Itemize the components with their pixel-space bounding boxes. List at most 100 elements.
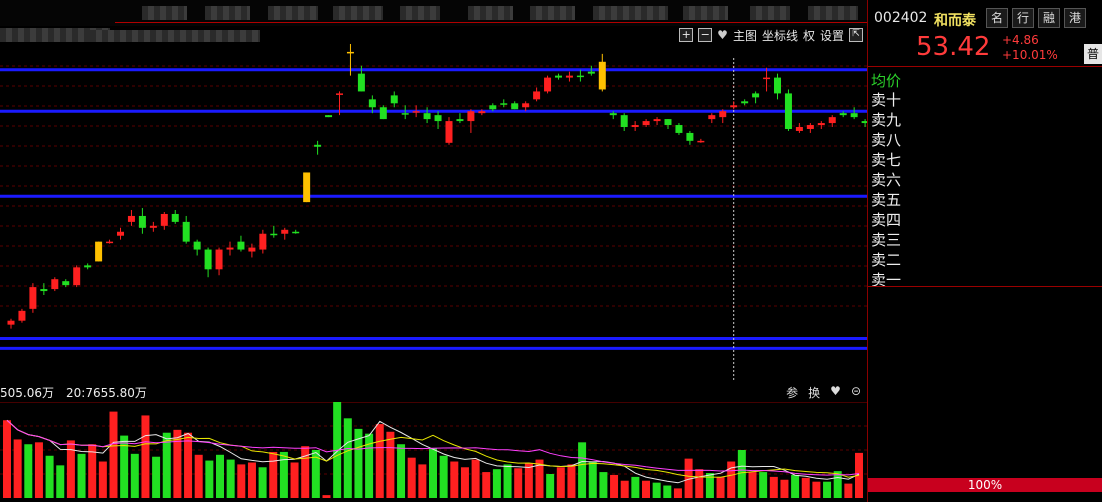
volume-bar (450, 461, 459, 498)
candle-body (215, 249, 223, 270)
volume-chart[interactable] (0, 402, 867, 502)
volume-bar (482, 472, 491, 498)
candle-body (752, 93, 760, 98)
stock-name: 和而泰 (934, 13, 976, 29)
volume-bar (631, 476, 640, 498)
candle-body (412, 111, 420, 113)
candle-body (642, 121, 650, 126)
volume-bar (130, 453, 139, 498)
candle-body (149, 225, 157, 228)
blurred-tab[interactable] (808, 6, 858, 20)
candle-body (390, 95, 398, 104)
volume-bar (599, 472, 608, 498)
blurred-tab[interactable] (750, 6, 790, 20)
sell-level: 卖七 (871, 151, 902, 169)
candle-body (598, 61, 606, 90)
candle-body (40, 289, 48, 292)
volume-bar (226, 459, 235, 498)
sell-level: 卖九 (871, 111, 902, 129)
volume-bar (24, 444, 33, 498)
candle-body (336, 93, 343, 95)
candle-body (445, 121, 453, 143)
volume-bar (343, 418, 352, 498)
tag-name-button[interactable]: 名 (986, 8, 1008, 28)
blurred-tab[interactable] (683, 6, 728, 20)
maximize-icon[interactable]: ⇱ (849, 28, 863, 42)
candle-body (850, 113, 858, 118)
order-book-sell: 卖十 卖九 卖八 卖七 卖六 卖五 卖四 卖三 卖二 卖一 (871, 90, 901, 290)
candlestick-chart[interactable] (0, 44, 867, 380)
volume-bar (567, 464, 576, 498)
volume-bar (439, 455, 448, 498)
candle-body (730, 105, 738, 108)
blurred-tab[interactable] (142, 6, 187, 20)
volume-bar (429, 448, 437, 498)
blurred-tab[interactable] (593, 6, 668, 20)
volume-bar (45, 455, 54, 498)
candle-body (171, 213, 179, 222)
kline-panel[interactable]: + − ♥ 主图 坐标线 权 设置 ⇱ 505.06万 20:7655.80万 … (0, 0, 867, 502)
volume-bar (801, 477, 810, 498)
candle-body (664, 119, 672, 126)
candle-body (784, 93, 792, 129)
candle-body (653, 119, 661, 122)
zoom-out-button[interactable]: − (698, 28, 713, 42)
volume-bar (620, 480, 629, 498)
pu-button[interactable]: 普 (1084, 44, 1102, 64)
volume-bar (524, 463, 533, 498)
candle-body (817, 123, 825, 126)
candle-body (18, 310, 26, 321)
zoom-in-button[interactable]: + (679, 28, 694, 42)
sell-level: 卖二 (871, 251, 902, 269)
candle-body (511, 103, 519, 110)
blurred-tab[interactable] (205, 6, 250, 20)
volume-bar (13, 439, 22, 498)
volume-ma20: 20:7655.80万 (66, 386, 147, 400)
blurred-tab[interactable] (333, 6, 383, 20)
volume-bar (34, 442, 43, 498)
search-icon[interactable]: ⊝ (851, 384, 861, 401)
heart-icon[interactable]: ♥ (717, 28, 728, 42)
volume-bar (247, 462, 256, 498)
volume-bar (152, 456, 161, 498)
volume-bar (546, 474, 555, 498)
candle-body (434, 115, 442, 122)
divider (868, 66, 1102, 67)
candle-body (346, 51, 354, 54)
volume-bar (418, 464, 427, 498)
rights-button[interactable]: 权 (803, 27, 815, 44)
candle-body (51, 279, 59, 290)
blurred-tab[interactable] (530, 6, 575, 20)
volume-bar (673, 488, 682, 498)
tag-industry-button[interactable]: 行 (1012, 8, 1034, 28)
blurred-tab[interactable] (468, 6, 513, 20)
main-chart-button[interactable]: 主图 (733, 27, 757, 44)
volume-bar (492, 469, 501, 498)
tag-hk-button[interactable]: 港 (1064, 8, 1086, 28)
axis-lines-button[interactable]: 坐标线 (762, 27, 798, 44)
blurred-tab[interactable] (400, 6, 440, 20)
param-button[interactable]: 参 (786, 384, 798, 401)
blurred-tab[interactable] (268, 6, 318, 20)
switch-button[interactable]: 换 (808, 384, 820, 401)
candle-body (248, 247, 256, 252)
candle-body (379, 107, 387, 120)
settings-button[interactable]: 设置 (820, 27, 844, 44)
candle-body (226, 247, 234, 250)
candle-body (489, 105, 497, 110)
blurred-tab-bar (0, 0, 867, 42)
sell-level: 卖八 (871, 131, 902, 149)
volume-bar (375, 424, 384, 498)
volume-bar (748, 472, 757, 498)
candle-body (467, 111, 475, 122)
chart-toolbar: + − ♥ 主图 坐标线 权 设置 ⇱ (679, 26, 863, 44)
volume-bar (279, 451, 288, 498)
tag-margin-button[interactable]: 融 (1038, 8, 1060, 28)
volume-bar (737, 450, 746, 498)
volume-bar (109, 411, 118, 498)
quote-panel: 002402 和而泰 名 行 融 港 53.42 +4.86 +10.01% 普… (868, 0, 1102, 502)
candle-body (357, 73, 365, 92)
candle-body (281, 229, 289, 234)
heart-icon[interactable]: ♥ (830, 384, 841, 401)
volume-bar (716, 476, 725, 498)
